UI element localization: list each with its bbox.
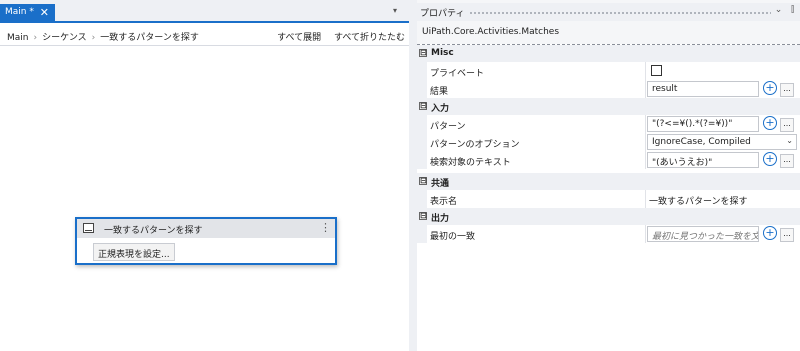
- row-gutter: [417, 133, 427, 151]
- activity-type-name: UiPath.Core.Activities.Matches: [422, 27, 560, 37]
- row-gutter: [417, 151, 427, 169]
- property-row-pattern-options: パターンのオプション IgnoreCase, Compiled ⌄: [417, 133, 800, 151]
- display-name-field[interactable]: 一致するパターンを探す: [649, 194, 748, 207]
- tab-main[interactable]: Main * ✕: [0, 4, 55, 23]
- breadcrumb: Main › シーケンス › 一致するパターンを探す すべて展開 すべて折りたたむ: [0, 25, 409, 46]
- category-misc[interactable]: ⊟ Misc: [417, 45, 800, 62]
- property-name: 検索対象のテキスト: [430, 158, 511, 168]
- property-name: パターンのオプション: [430, 140, 520, 150]
- property-name: 表示名: [430, 197, 458, 207]
- category-label: Misc: [431, 48, 454, 58]
- row-gutter: [417, 225, 427, 243]
- close-icon[interactable]: ✕: [40, 6, 49, 19]
- column-divider: [645, 80, 646, 98]
- input-text-field[interactable]: "(あいうえお)": [647, 152, 759, 168]
- category-label: 共通: [431, 179, 450, 189]
- chevron-down-icon[interactable]: ⌄: [786, 136, 793, 145]
- activity-title: 一致するパターンを探す: [104, 226, 203, 236]
- category-input[interactable]: ⊟ 入力: [417, 98, 800, 115]
- app-root: Main * ✕ ▾ Main › シーケンス › 一致するパターンを探す すべて展開 …: [0, 0, 800, 351]
- select-value: IgnoreCase, Compiled: [652, 137, 751, 147]
- activity-window-icon: [83, 223, 94, 233]
- property-row-pattern: パターン "(?<=¥().*(?=¥))" + ...: [417, 115, 800, 133]
- chevron-down-icon[interactable]: ▾: [393, 6, 397, 15]
- pattern-options-select[interactable]: IgnoreCase, Compiled ⌄: [647, 134, 797, 150]
- breadcrumb-item-main[interactable]: Main: [7, 33, 29, 43]
- tab-main-label: Main *: [5, 7, 34, 17]
- configure-regex-button[interactable]: 正規表現を設定...: [93, 243, 175, 261]
- pattern-field[interactable]: "(?<=¥().*(?=¥))": [647, 116, 759, 132]
- activity-header[interactable]: 一致するパターンを探す ⋮: [77, 219, 335, 238]
- category-output[interactable]: ⊟ 出力: [417, 208, 800, 225]
- breadcrumb-separator: ›: [91, 33, 96, 43]
- breadcrumb-separator: ›: [33, 33, 38, 43]
- property-name: パターン: [430, 122, 466, 132]
- drag-grip[interactable]: [469, 11, 771, 15]
- ellipsis-button[interactable]: ...: [780, 154, 794, 168]
- plus-icon[interactable]: +: [763, 152, 777, 166]
- property-row-result: 結果 result + ...: [417, 80, 800, 98]
- breadcrumb-item-activity[interactable]: 一致するパターンを探す: [100, 30, 199, 43]
- document-tabstrip: Main * ✕ ▾: [0, 0, 409, 23]
- first-match-field[interactable]: 最初に見つかった一致を文字: [647, 226, 759, 242]
- column-divider: [645, 190, 646, 208]
- property-row-private: プライベート: [417, 62, 800, 80]
- plus-icon[interactable]: +: [763, 116, 777, 130]
- column-divider: [645, 133, 646, 151]
- properties-panel: プロパティ ⌄ ⫿ UiPath.Core.Activities.Matches…: [417, 0, 800, 351]
- category-label: 入力: [431, 104, 450, 114]
- property-name: 結果: [430, 87, 449, 97]
- pin-icon[interactable]: ⫿: [791, 5, 794, 15]
- property-grid: ⊟ Misc プライベート 結果 result + ... ⊟ 入力 パターン …: [417, 44, 800, 351]
- matches-activity-card[interactable]: 一致するパターンを探す ⋮ 正規表現を設定...: [75, 217, 337, 265]
- panel-buttons: ⌄ ⫿: [769, 5, 794, 15]
- column-divider: [645, 62, 646, 80]
- ellipsis-button[interactable]: ...: [780, 228, 794, 242]
- property-name: 最初の一致: [430, 232, 476, 242]
- panel-splitter[interactable]: [409, 0, 417, 351]
- properties-header: プロパティ ⌄ ⫿: [417, 3, 800, 21]
- collapse-icon[interactable]: ⊟: [419, 102, 427, 110]
- property-row-display-name: 表示名 一致するパターンを探す: [417, 190, 800, 208]
- collapse-icon[interactable]: ⊟: [419, 177, 427, 185]
- column-divider: [645, 151, 646, 169]
- plus-icon[interactable]: +: [763, 226, 777, 240]
- result-field[interactable]: result: [647, 81, 759, 97]
- more-options-icon[interactable]: ⋮: [320, 221, 331, 234]
- row-gutter: [417, 62, 427, 80]
- breadcrumb-item-sequence[interactable]: シーケンス: [42, 30, 87, 43]
- row-gutter: [417, 80, 427, 98]
- collapse-icon[interactable]: ⊟: [419, 49, 427, 57]
- category-common[interactable]: ⊟ 共通: [417, 173, 800, 190]
- property-name: プライベート: [430, 69, 485, 79]
- designer-panel: Main * ✕ ▾ Main › シーケンス › 一致するパターンを探す すべて展開 …: [0, 0, 409, 351]
- ellipsis-button[interactable]: ...: [780, 118, 794, 132]
- column-divider: [645, 115, 646, 133]
- category-label: 出力: [431, 214, 450, 224]
- column-divider: [645, 225, 646, 243]
- row-gutter: [417, 190, 427, 208]
- expand-all-button[interactable]: すべて展開: [277, 30, 321, 43]
- private-checkbox[interactable]: [651, 65, 662, 76]
- ellipsis-button[interactable]: ...: [780, 83, 794, 97]
- designer-actions: すべて展開 すべて折りたたむ: [267, 30, 405, 43]
- row-gutter: [417, 115, 427, 133]
- collapse-icon[interactable]: ⊟: [419, 212, 427, 220]
- property-row-first-match: 最初の一致 最初に見つかった一致を文字 + ...: [417, 225, 800, 243]
- collapse-all-button[interactable]: すべて折りたたむ: [334, 30, 405, 43]
- dropdown-icon[interactable]: ⌄: [775, 5, 783, 15]
- properties-title: プロパティ: [420, 9, 465, 19]
- property-row-input-text: 検索対象のテキスト "(あいうえお)" + ...: [417, 151, 800, 169]
- plus-icon[interactable]: +: [763, 81, 777, 95]
